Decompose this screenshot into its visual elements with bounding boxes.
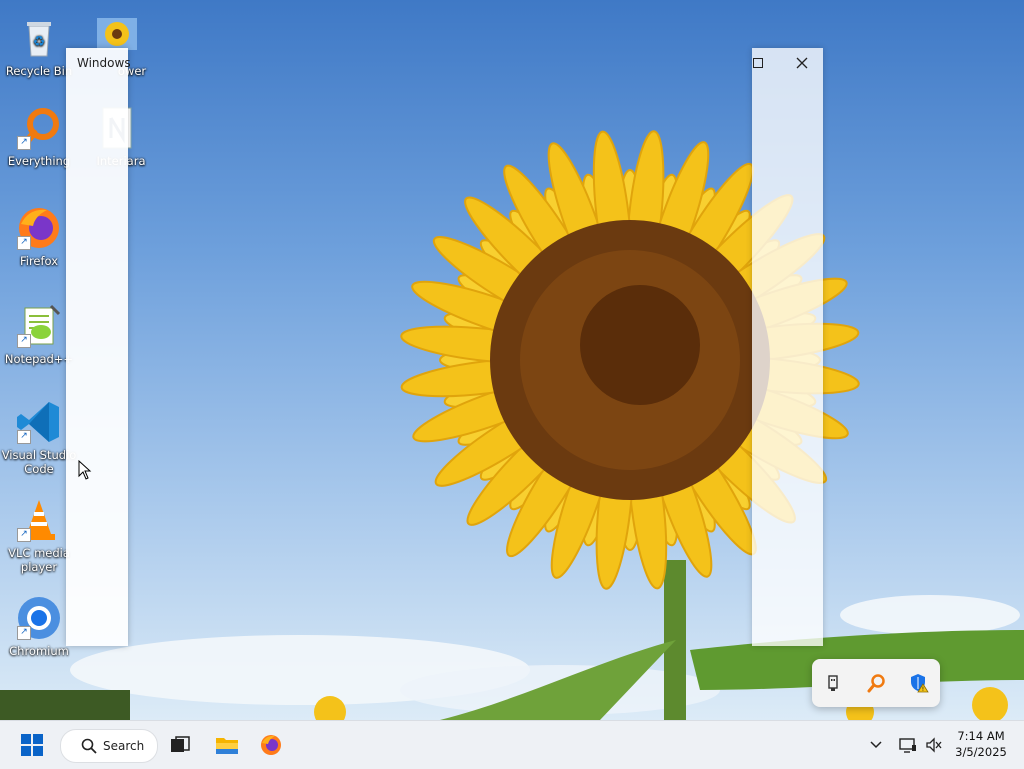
search-label: Search: [103, 739, 145, 753]
close-icon: [796, 57, 808, 69]
chevron-down-icon: [870, 741, 882, 749]
search-icon: [81, 738, 97, 754]
svg-text:!: !: [921, 686, 923, 693]
window-title: Windows: [77, 56, 131, 70]
network-button[interactable]: [896, 727, 920, 763]
taskbar-clock[interactable]: 7:14 AM 3/5/2025: [950, 728, 1012, 760]
usb-eject-icon: [828, 675, 839, 691]
taskbar-search-box[interactable]: Search: [60, 729, 158, 763]
svg-text:♻: ♻: [33, 34, 46, 50]
shortcut-arrow-icon: ↗: [17, 528, 31, 542]
security-warning-icon: !: [910, 674, 929, 693]
windows-security-button[interactable]: !: [905, 669, 933, 697]
shortcut-arrow-icon: ↗: [17, 236, 31, 250]
task-view-icon: [171, 736, 190, 752]
firefox-icon: [261, 735, 281, 755]
desktop-icon-label: Chromium: [9, 644, 69, 658]
file-explorer-icon: [216, 738, 238, 754]
ghost-window-right[interactable]: [752, 48, 823, 646]
maximize-icon: [752, 57, 763, 68]
ghost-window-left[interactable]: Windows: [66, 48, 131, 646]
recycle-bin-icon: ♻: [15, 14, 63, 62]
clock-date: 3/5/2025: [955, 745, 1007, 759]
firefox-taskbar-button[interactable]: [252, 727, 290, 763]
vscode-icon: ↗: [15, 398, 63, 446]
everything-tray-button[interactable]: [862, 669, 890, 697]
vlc-cone-icon: ↗: [15, 496, 63, 544]
shortcut-arrow-icon: ↗: [17, 430, 31, 444]
file-explorer-button[interactable]: [208, 727, 246, 763]
volume-muted-icon: [926, 737, 942, 753]
everything-icon: ↗: [15, 104, 63, 152]
shortcut-arrow-icon: ↗: [17, 334, 31, 348]
usb-eject-button[interactable]: [819, 669, 847, 697]
clock-time: 7:14 AM: [957, 729, 1005, 743]
chromium-icon: ↗: [15, 594, 63, 642]
start-icon: [21, 734, 43, 756]
shortcut-arrow-icon: ↗: [17, 626, 31, 640]
shortcut-arrow-icon: ↗: [17, 136, 31, 150]
tray-overflow-flyout: !: [812, 659, 940, 707]
start-button[interactable]: [14, 727, 50, 763]
show-hidden-icons-button[interactable]: [862, 727, 890, 763]
maximize-button[interactable]: [740, 48, 776, 78]
close-button[interactable]: [784, 48, 820, 78]
everything-search-icon: [867, 674, 885, 693]
network-icon: [899, 738, 916, 753]
mouse-cursor-icon: [78, 459, 92, 484]
notepad-plus-plus-icon: ↗: [15, 302, 63, 350]
firefox-icon: ↗: [15, 204, 63, 252]
task-view-button[interactable]: [162, 727, 198, 763]
volume-button[interactable]: [922, 727, 946, 763]
